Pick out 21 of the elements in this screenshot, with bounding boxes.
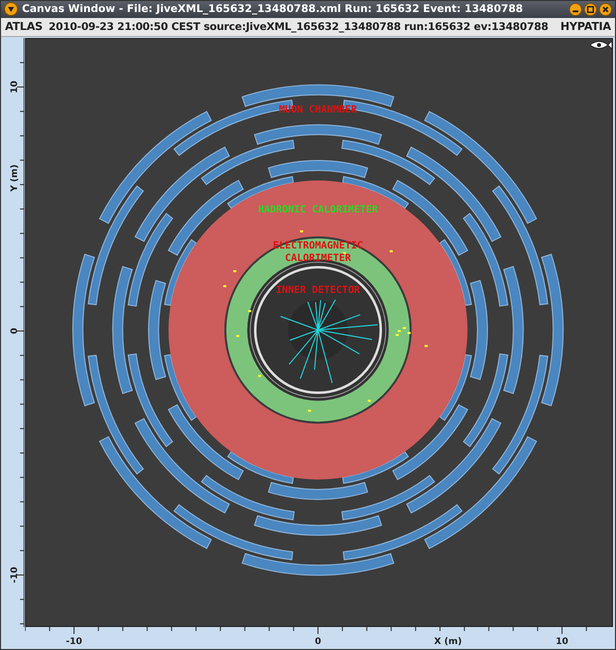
axis-tick-label: -10	[66, 637, 82, 647]
app-name: HYPATIA	[560, 20, 611, 34]
axis-label: Y (m)	[10, 164, 20, 192]
close-icon[interactable]	[599, 2, 612, 16]
axis-label: X (m)	[434, 637, 462, 647]
detector-label: CALORIMETER	[285, 253, 351, 264]
window-title: Canvas Window - File: JiveXML_165632_13480788.xml Run: 165632 Event: 13480788	[22, 3, 524, 16]
axis-tick-label: 10	[10, 80, 20, 94]
eye-icon[interactable]	[590, 40, 612, 50]
axis-tick-label: -10	[10, 566, 20, 584]
detector-label: HADRONIC CALORIMETER	[258, 204, 378, 216]
axis-tick-label: 10	[556, 637, 568, 647]
experiment-name: ATLAS	[5, 20, 43, 34]
axis-tick-label: 0	[10, 328, 20, 334]
event-info: 2010-09-23 21:00:50 CEST source:JiveXML_165632_13480788 run:165632 ev:13480788	[48, 20, 550, 33]
detector-label: INNER DETECTOR	[276, 285, 360, 296]
window-menu-icon[interactable]	[4, 2, 18, 16]
minimize-icon[interactable]	[569, 2, 582, 16]
maximize-icon[interactable]	[584, 2, 597, 16]
axis-tick-label: 0	[314, 637, 322, 647]
detector-label: MUON CHANMBER	[279, 104, 357, 116]
